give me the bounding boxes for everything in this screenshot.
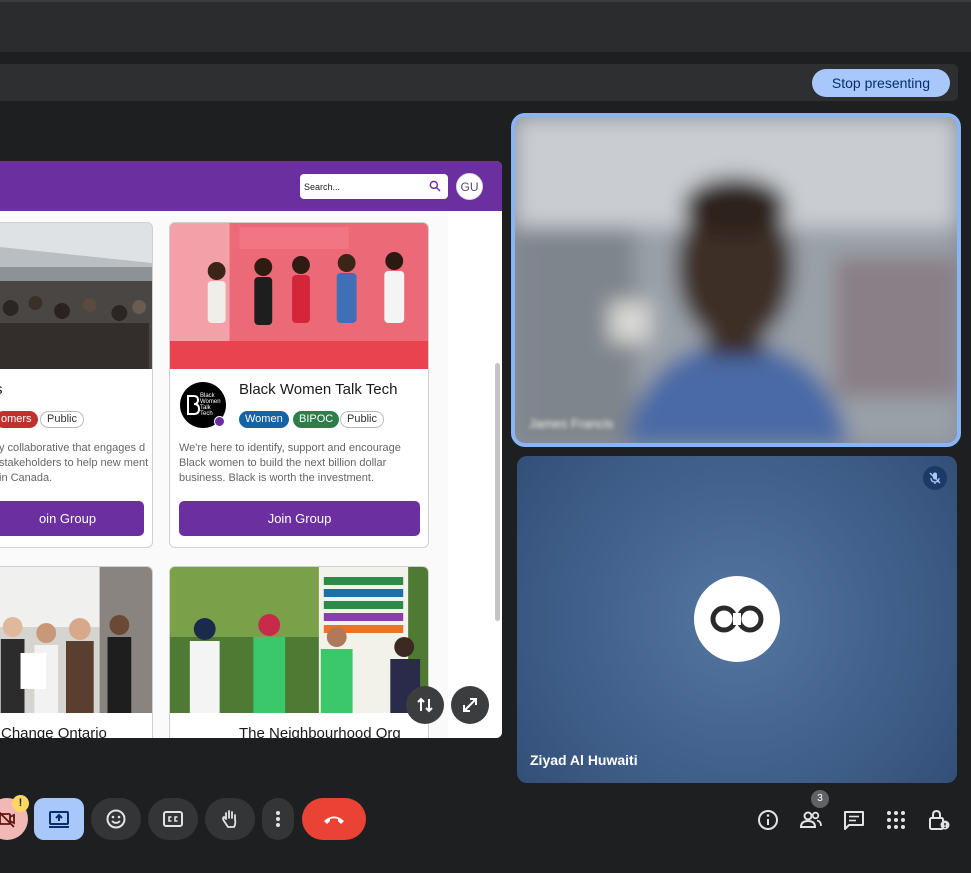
raise-hand-button[interactable] [205, 798, 255, 840]
group-card: The Neighbourhood Org [169, 566, 429, 738]
participant-name: James Francis [529, 416, 614, 431]
swap-layout-button[interactable] [406, 686, 444, 724]
group-card-black-women-talk-tech: Black Women Talk Tech Black Women Talk T… [169, 222, 429, 548]
tag-public[interactable]: Public [40, 411, 84, 428]
leave-call-button[interactable] [302, 798, 366, 840]
participant-tile-remote[interactable]: Ziyad Al Huwaiti [517, 456, 957, 783]
search-box[interactable] [300, 174, 448, 199]
tag-bipoc[interactable]: BIPOC [293, 411, 340, 428]
tag-women[interactable]: Women [239, 411, 289, 428]
host-controls-icon[interactable] [927, 808, 951, 832]
chat-icon[interactable] [842, 808, 866, 832]
mic-off-icon [929, 472, 941, 484]
more-options-button[interactable] [262, 798, 294, 840]
tag-newcomers[interactable]: omers [0, 411, 38, 428]
browser-top-bar [0, 0, 971, 52]
site-header: GU [0, 161, 502, 211]
scrollbar-thumb[interactable] [495, 363, 500, 621]
present-screen-button[interactable] [34, 798, 84, 840]
people-icon[interactable] [799, 808, 823, 832]
video-feed [515, 117, 957, 443]
hang-up-icon [324, 816, 344, 824]
tag-public[interactable]: Public [340, 411, 384, 428]
card-title: The Neighbourhood Org [239, 725, 401, 738]
logo-text: Black Women Talk Tech [200, 393, 221, 417]
participant-tile-self[interactable]: James Francis [511, 113, 961, 447]
present-screen-icon [49, 811, 69, 828]
camera-off-icon [0, 811, 15, 828]
captions-button[interactable] [148, 798, 198, 840]
participant-avatar [694, 576, 780, 662]
group-card: Change Ontario [0, 566, 153, 738]
verified-icon [214, 416, 225, 427]
logo-b-icon [187, 395, 200, 415]
activities-icon[interactable] [884, 808, 908, 832]
warning-badge: ! [12, 795, 29, 812]
mic-muted-indicator [923, 466, 947, 490]
infinity-logo-icon [710, 605, 764, 633]
group-photo [170, 223, 428, 369]
shared-screen: GU s omers Public y collaborative that e… [0, 161, 502, 738]
search-input[interactable] [304, 177, 422, 196]
more-options-icon [276, 811, 280, 827]
reactions-button[interactable] [91, 798, 141, 840]
emoji-icon [106, 809, 126, 829]
card-description: We're here to identify, support and enco… [179, 442, 401, 484]
participant-name: Ziyad Al Huwaiti [530, 752, 638, 768]
info-icon[interactable] [756, 808, 780, 832]
presenting-bar: Stop presenting [0, 64, 958, 101]
stop-presenting-button[interactable]: Stop presenting [811, 69, 950, 97]
group-photo [0, 567, 152, 713]
card-title: s [0, 381, 3, 398]
card-title: Change Ontario [1, 725, 107, 738]
expand-icon [463, 698, 477, 712]
card-description: y collaborative that engages d stakehold… [0, 442, 149, 484]
raise-hand-icon [222, 810, 237, 828]
join-group-button[interactable]: Join Group [179, 501, 420, 536]
group-photo [0, 223, 152, 369]
join-group-button[interactable]: oin Group [0, 501, 144, 536]
user-avatar[interactable]: GU [456, 173, 483, 200]
group-card: s omers Public y collaborative that enga… [0, 222, 153, 548]
captions-icon [163, 811, 183, 827]
search-icon[interactable] [428, 179, 442, 193]
fullscreen-button[interactable] [451, 686, 489, 724]
card-title[interactable]: Black Women Talk Tech [239, 381, 397, 398]
swap-icon [417, 697, 433, 713]
participant-count-badge: 3 [811, 790, 829, 808]
group-photo [170, 567, 428, 713]
